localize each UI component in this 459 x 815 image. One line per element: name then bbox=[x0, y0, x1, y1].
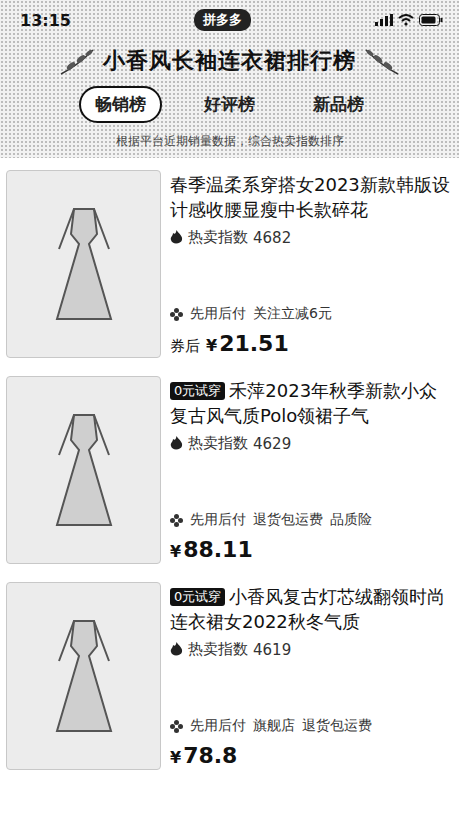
tag: 关注立减6元 bbox=[253, 305, 332, 323]
status-bar: 13:15 拼多多 bbox=[0, 0, 459, 40]
product-list: 春季温柔系穿搭女2023新款韩版设计感收腰显瘦中长款碎花热卖指数 4682 先用后付… bbox=[0, 158, 459, 784]
ranking-page: 13:15拼多多小香风长袖连衣裙排行榜畅销榜好评榜新品榜根据平台近期销量数据，综… bbox=[0, 0, 459, 815]
wifi-icon bbox=[398, 14, 414, 26]
product-info: 0元试穿小香风复古灯芯绒翻领时尚连衣裙女2022秋冬气质热卖指数 4619 先用后付… bbox=[170, 582, 455, 770]
product-info: 春季温柔系穿搭女2023新款韩版设计感收腰显瘦中长款碎花热卖指数 4682 先用后付… bbox=[170, 170, 455, 358]
title-row: 小香风长袖连衣裙排行榜 bbox=[0, 40, 459, 84]
price: 21.51 bbox=[219, 331, 289, 356]
product-image[interactable] bbox=[6, 170, 161, 358]
currency: ¥ bbox=[170, 748, 181, 767]
product-card[interactable]: 春季温柔系穿搭女2023新款韩版设计感收腰显瘦中长款碎花热卖指数 4682 先用后付… bbox=[6, 166, 455, 372]
flower-icon bbox=[170, 308, 183, 321]
product-title[interactable]: 0元试穿小香风复古灯芯绒翻领时尚连衣裙女2022秋冬气质 bbox=[170, 584, 451, 634]
product-image[interactable] bbox=[6, 376, 161, 564]
trial-badge: 0元试穿 bbox=[170, 382, 225, 400]
trial-badge: 0元试穿 bbox=[170, 588, 225, 606]
tag: 退货包运费 bbox=[253, 511, 323, 529]
flame-icon bbox=[170, 436, 183, 451]
price-row: ¥78.8 bbox=[170, 743, 451, 768]
header: 13:15拼多多小香风长袖连衣裙排行榜畅销榜好评榜新品榜根据平台近期销量数据，综… bbox=[0, 0, 459, 158]
tab-bar: 畅销榜好评榜新品榜 bbox=[0, 84, 459, 127]
dress-icon bbox=[49, 204, 119, 324]
leaf-branch-icon bbox=[364, 46, 400, 76]
product-card[interactable]: 0元试穿禾萍2023年秋季新款小众复古风气质Polo领裙子气热卖指数 4629 先用… bbox=[6, 372, 455, 578]
heat-value: 4682 bbox=[253, 229, 291, 247]
heat-label: 热卖指数 bbox=[188, 640, 248, 659]
tag: 先用后付 bbox=[190, 717, 246, 735]
flower-icon bbox=[170, 720, 183, 733]
tab[interactable]: 畅销榜 bbox=[79, 86, 162, 123]
price: 78.8 bbox=[183, 743, 237, 768]
dress-icon bbox=[49, 410, 119, 530]
battery-icon bbox=[419, 14, 443, 26]
price: 88.11 bbox=[183, 537, 253, 562]
flower-icon bbox=[170, 514, 183, 527]
page-title: 小香风长袖连衣裙排行榜 bbox=[103, 46, 356, 76]
heat-index: 热卖指数 4682 bbox=[170, 228, 451, 247]
product-info: 0元试穿禾萍2023年秋季新款小众复古风气质Polo领裙子气热卖指数 4629 先用… bbox=[170, 376, 455, 564]
tag: 先用后付 bbox=[190, 305, 246, 323]
heat-label: 热卖指数 bbox=[188, 434, 248, 453]
tag: 退货包运费 bbox=[302, 717, 372, 735]
signal-icon bbox=[375, 14, 393, 26]
heat-value: 4619 bbox=[253, 641, 291, 659]
tag: 先用后付 bbox=[190, 511, 246, 529]
tab[interactable]: 新品榜 bbox=[297, 86, 380, 123]
price-row: 券后 ¥21.51 bbox=[170, 331, 451, 356]
tag-row: 先用后付旗舰店退货包运费 bbox=[170, 717, 451, 735]
price-prefix: 券后 bbox=[170, 337, 200, 356]
product-title[interactable]: 0元试穿禾萍2023年秋季新款小众复古风气质Polo领裙子气 bbox=[170, 378, 451, 428]
subtitle: 根据平台近期销量数据，综合热卖指数排序 bbox=[0, 127, 459, 152]
status-icons bbox=[375, 14, 443, 26]
tag: 品质险 bbox=[330, 511, 372, 529]
product-image[interactable] bbox=[6, 582, 161, 770]
dress-icon bbox=[49, 616, 119, 736]
tag-row: 先用后付退货包运费品质险 bbox=[170, 511, 451, 529]
heat-label: 热卖指数 bbox=[188, 228, 248, 247]
product-card[interactable]: 0元试穿小香风复古灯芯绒翻领时尚连衣裙女2022秋冬气质热卖指数 4619 先用后付… bbox=[6, 578, 455, 784]
product-title[interactable]: 春季温柔系穿搭女2023新款韩版设计感收腰显瘦中长款碎花 bbox=[170, 172, 451, 222]
currency: ¥ bbox=[206, 336, 217, 355]
currency: ¥ bbox=[170, 542, 181, 561]
heat-index: 热卖指数 4619 bbox=[170, 640, 451, 659]
app-name: 拼多多 bbox=[194, 9, 251, 31]
price-row: ¥88.11 bbox=[170, 537, 451, 562]
leaf-branch-icon bbox=[59, 46, 95, 76]
flame-icon bbox=[170, 230, 183, 245]
flame-icon bbox=[170, 642, 183, 657]
status-time: 13:15 bbox=[20, 11, 71, 30]
heat-value: 4629 bbox=[253, 435, 291, 453]
heat-index: 热卖指数 4629 bbox=[170, 434, 451, 453]
tag-row: 先用后付关注立减6元 bbox=[170, 305, 451, 323]
tag: 旗舰店 bbox=[253, 717, 295, 735]
tab[interactable]: 好评榜 bbox=[188, 86, 271, 123]
